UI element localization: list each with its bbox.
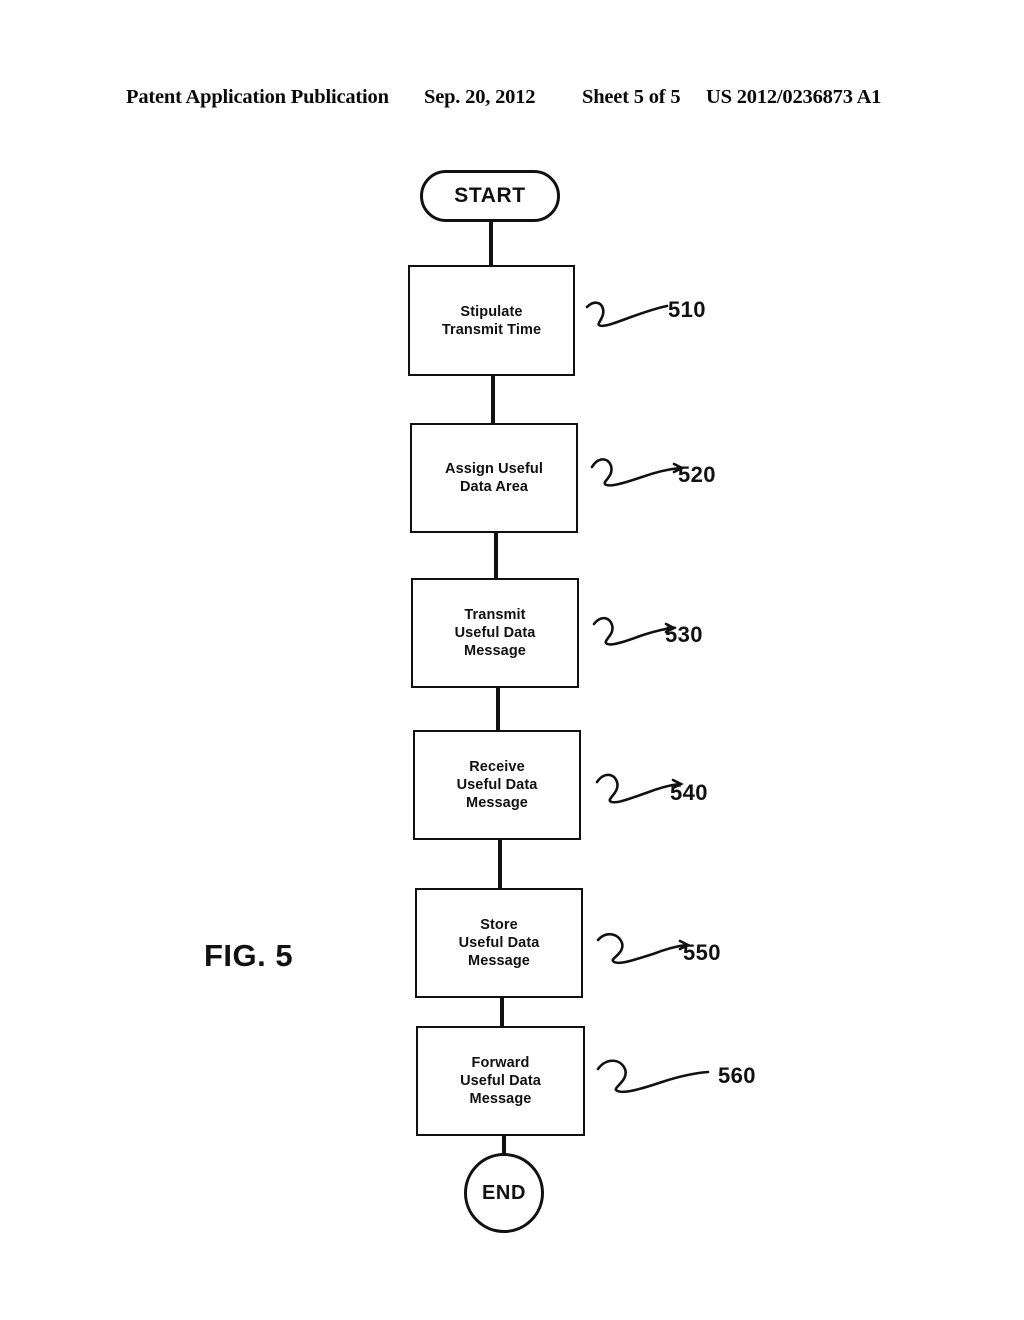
connector-530-to-540	[496, 686, 500, 732]
flow-node-540: Receive Useful Data Message	[413, 730, 581, 840]
flow-node-end-label: END	[481, 1181, 527, 1204]
flow-node-540-label: Receive Useful Data Message	[456, 759, 538, 811]
flow-node-510-label: Stipulate Transmit Time	[441, 303, 542, 338]
flow-node-530-label: Transmit Useful Data Message	[454, 607, 536, 659]
reference-numeral-550: 550	[683, 940, 721, 965]
connector-550-to-560	[500, 996, 504, 1028]
flow-node-520: Assign Useful Data Area	[410, 423, 578, 533]
flow-node-560-label: Forward Useful Data Message	[460, 1055, 541, 1107]
flow-node-520-label: Assign Useful Data Area	[445, 461, 543, 495]
flow-node-510: Stipulate Transmit Time	[408, 265, 575, 376]
reference-numeral-540: 540	[670, 780, 708, 805]
leader-line-560	[596, 1059, 710, 1094]
reference-numeral-520: 520	[678, 462, 716, 487]
connector-540-to-550	[498, 838, 502, 890]
flow-node-end: END	[464, 1153, 544, 1233]
flow-node-550-label: Store Useful Data Message	[458, 917, 540, 969]
flow-node-550: Store Useful Data Message	[415, 888, 583, 998]
reference-numeral-560: 560	[718, 1063, 756, 1088]
flow-node-530: Transmit Useful Data Message	[411, 578, 579, 688]
flow-node-560: Forward Useful Data Message	[416, 1026, 585, 1136]
reference-numeral-530: 530	[665, 622, 703, 647]
flow-node-start-label: START	[454, 184, 526, 207]
reference-numeral-510: 510	[668, 297, 706, 322]
connector-start-to-510	[489, 221, 493, 267]
flowchart-diagram: START Stipulate Transmit Time Assign Use…	[0, 0, 1024, 1320]
flow-node-start: START	[420, 170, 560, 222]
connector-520-to-530	[494, 531, 498, 580]
connector-510-to-520	[491, 374, 495, 425]
